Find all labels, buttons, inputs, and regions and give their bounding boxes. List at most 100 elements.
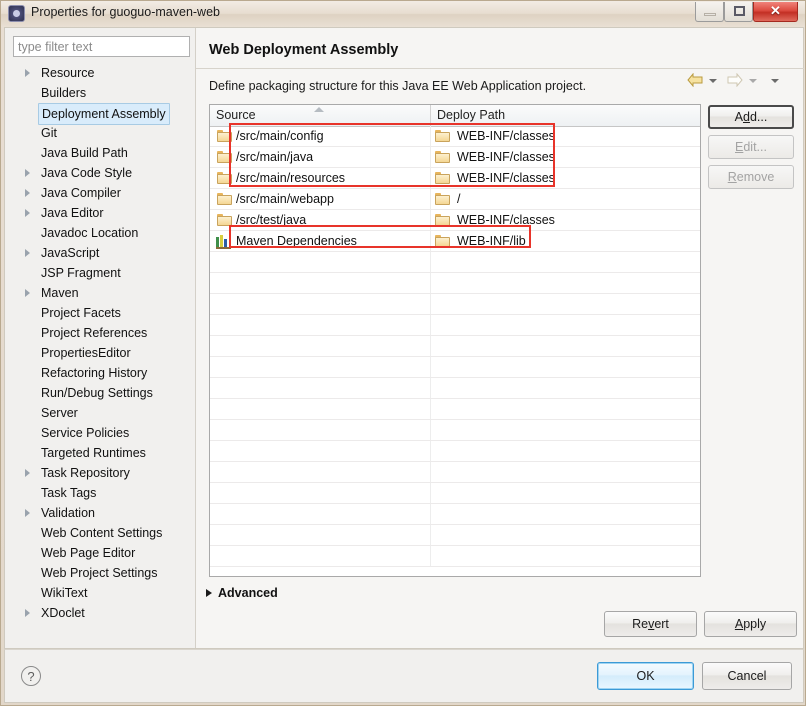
sidebar-item-deployment-assembly[interactable]: Deployment Assembly bbox=[9, 103, 190, 125]
cancel-button[interactable]: Cancel bbox=[702, 662, 792, 690]
sidebar-item-builders[interactable]: Builders bbox=[9, 83, 190, 103]
sidebar-item-wikitext[interactable]: WikiText bbox=[9, 583, 190, 603]
table-row[interactable]: /src/main/java WEB-INF/classes bbox=[210, 147, 700, 168]
table-row-empty[interactable] bbox=[210, 315, 700, 336]
sidebar-item-javascript[interactable]: JavaScript bbox=[9, 243, 190, 263]
table-row-empty[interactable] bbox=[210, 294, 700, 315]
folder-icon bbox=[435, 151, 450, 163]
triangle-right-icon[interactable] bbox=[25, 249, 30, 257]
table-row-empty[interactable] bbox=[210, 273, 700, 294]
back-dropdown-chevron-down-icon[interactable] bbox=[709, 79, 717, 83]
revert-button[interactable]: Revert bbox=[604, 611, 697, 637]
cell-deploy-path[interactable]: WEB-INF/classes bbox=[431, 210, 700, 230]
triangle-right-icon[interactable] bbox=[25, 289, 30, 297]
triangle-right-icon[interactable] bbox=[25, 69, 30, 77]
window-title: Properties for guoguo-maven-web bbox=[31, 5, 220, 19]
table-row-empty[interactable] bbox=[210, 252, 700, 273]
right-pane: Web Deployment Assembly Define packaging… bbox=[195, 28, 804, 648]
sidebar-item-jsp-fragment[interactable]: JSP Fragment bbox=[9, 263, 190, 283]
sidebar-item-java-editor[interactable]: Java Editor bbox=[9, 203, 190, 223]
remove-button[interactable]: Remove bbox=[708, 165, 794, 189]
sidebar-item-label: Run/Debug Settings bbox=[41, 386, 153, 400]
triangle-right-icon[interactable] bbox=[25, 209, 30, 217]
sidebar-item-java-build-path[interactable]: Java Build Path bbox=[9, 143, 190, 163]
table-body: /src/main/config WEB-INF/classes/src/main… bbox=[210, 126, 700, 576]
cell-source bbox=[210, 315, 431, 335]
cell-deploy-path[interactable]: WEB-INF/lib bbox=[431, 231, 700, 251]
sidebar-item-java-code-style[interactable]: Java Code Style bbox=[9, 163, 190, 183]
cell-source[interactable]: /src/main/config bbox=[210, 126, 431, 146]
table-row[interactable]: Maven Dependencies WEB-INF/lib bbox=[210, 231, 700, 252]
settings-tree[interactable]: Resource Builders Deployment Assembly Git Ja… bbox=[9, 63, 190, 641]
triangle-right-icon[interactable] bbox=[25, 509, 30, 517]
sidebar-item-web-page-editor[interactable]: Web Page Editor bbox=[9, 543, 190, 563]
cell-deploy-path-text: WEB-INF/classes bbox=[457, 213, 555, 227]
sidebar-item-propertieseditor[interactable]: PropertiesEditor bbox=[9, 343, 190, 363]
table-row-empty[interactable] bbox=[210, 357, 700, 378]
cell-source[interactable]: /src/main/webapp bbox=[210, 189, 431, 209]
table-row-empty[interactable] bbox=[210, 546, 700, 567]
forward-arrow-icon bbox=[727, 73, 743, 87]
table-row-empty[interactable] bbox=[210, 336, 700, 357]
cell-deploy-path[interactable]: WEB-INF/classes bbox=[431, 126, 700, 146]
table-row[interactable]: /src/main/resources WEB-INF/classes bbox=[210, 168, 700, 189]
sidebar-item-targeted-runtimes[interactable]: Targeted Runtimes bbox=[9, 443, 190, 463]
apply-button[interactable]: Apply bbox=[704, 611, 797, 637]
nav-menu-chevron-down-icon[interactable] bbox=[771, 79, 779, 83]
table-row[interactable]: /src/main/webapp / bbox=[210, 189, 700, 210]
sidebar-item-web-project-settings[interactable]: Web Project Settings bbox=[9, 563, 190, 583]
minimize-button[interactable] bbox=[695, 2, 724, 22]
cell-source[interactable]: /src/test/java bbox=[210, 210, 431, 230]
table-row[interactable]: /src/test/java WEB-INF/classes bbox=[210, 210, 700, 231]
ok-button[interactable]: OK bbox=[597, 662, 694, 690]
sidebar-item-java-compiler[interactable]: Java Compiler bbox=[9, 183, 190, 203]
close-button[interactable]: ✕ bbox=[753, 2, 798, 22]
sidebar-item-run-debug-settings[interactable]: Run/Debug Settings bbox=[9, 383, 190, 403]
advanced-expander[interactable]: Advanced bbox=[204, 584, 278, 602]
sidebar-item-validation[interactable]: Validation bbox=[9, 503, 190, 523]
cell-deploy-path-text: WEB-INF/classes bbox=[457, 129, 555, 143]
sidebar-item-project-facets[interactable]: Project Facets bbox=[9, 303, 190, 323]
help-question-icon[interactable]: ? bbox=[21, 666, 41, 686]
sidebar-item-task-repository[interactable]: Task Repository bbox=[9, 463, 190, 483]
table-row-empty[interactable] bbox=[210, 525, 700, 546]
table-row-empty[interactable] bbox=[210, 399, 700, 420]
triangle-right-icon[interactable] bbox=[25, 469, 30, 477]
edit-button[interactable]: Edit... bbox=[708, 135, 794, 159]
maximize-button[interactable] bbox=[724, 2, 753, 22]
cell-deploy-path[interactable]: / bbox=[431, 189, 700, 209]
sidebar-item-server[interactable]: Server bbox=[9, 403, 190, 423]
sidebar-item-refactoring-history[interactable]: Refactoring History bbox=[9, 363, 190, 383]
sidebar-item-resource[interactable]: Resource bbox=[9, 63, 190, 83]
sidebar-item-task-tags[interactable]: Task Tags bbox=[9, 483, 190, 503]
column-header-deploy-path[interactable]: Deploy Path bbox=[431, 105, 700, 126]
sidebar-item-javadoc-location[interactable]: Javadoc Location bbox=[9, 223, 190, 243]
triangle-right-icon[interactable] bbox=[25, 189, 30, 197]
table-row[interactable]: /src/main/config WEB-INF/classes bbox=[210, 126, 700, 147]
cell-deploy-path[interactable]: WEB-INF/classes bbox=[431, 147, 700, 167]
table-row-empty[interactable] bbox=[210, 462, 700, 483]
table-row-empty[interactable] bbox=[210, 441, 700, 462]
cell-source[interactable]: Maven Dependencies bbox=[210, 231, 431, 251]
add-button[interactable]: Add... bbox=[708, 105, 794, 129]
sidebar-item-project-references[interactable]: Project References bbox=[9, 323, 190, 343]
table-row-empty[interactable] bbox=[210, 378, 700, 399]
back-arrow-icon[interactable] bbox=[687, 73, 703, 87]
sidebar-item-label: JavaScript bbox=[41, 246, 100, 260]
folder-icon bbox=[435, 214, 450, 226]
table-row-empty[interactable] bbox=[210, 504, 700, 525]
sidebar-item-xdoclet[interactable]: XDoclet bbox=[9, 603, 190, 623]
cell-source[interactable]: /src/main/resources bbox=[210, 168, 431, 188]
remove-button-label: Remove bbox=[727, 170, 775, 184]
sidebar-item-maven[interactable]: Maven bbox=[9, 283, 190, 303]
table-row-empty[interactable] bbox=[210, 420, 700, 441]
table-row-empty[interactable] bbox=[210, 483, 700, 504]
cell-source[interactable]: /src/main/java bbox=[210, 147, 431, 167]
sidebar-item-service-policies[interactable]: Service Policies bbox=[9, 423, 190, 443]
sidebar-item-web-content-settings[interactable]: Web Content Settings bbox=[9, 523, 190, 543]
triangle-right-icon[interactable] bbox=[25, 169, 30, 177]
triangle-right-icon[interactable] bbox=[25, 609, 30, 617]
sidebar-item-git[interactable]: Git bbox=[9, 123, 190, 143]
cell-deploy-path[interactable]: WEB-INF/classes bbox=[431, 168, 700, 188]
filter-input[interactable] bbox=[13, 36, 190, 57]
